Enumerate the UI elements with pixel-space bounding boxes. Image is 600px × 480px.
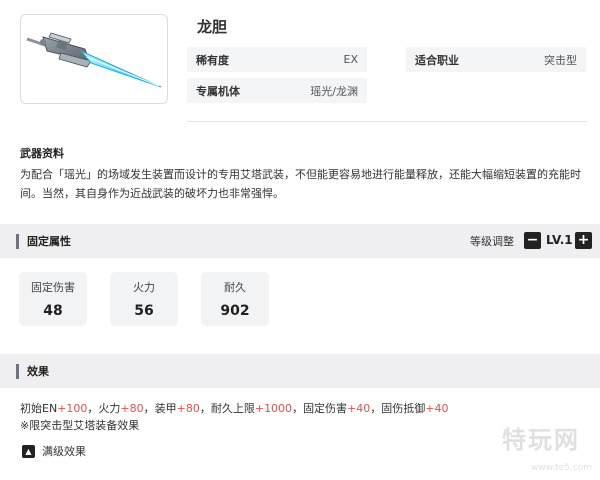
effect-list: 初始EN+100，火力+80，装甲+80，耐久上限+1000，固定伤害+40，固…	[20, 400, 449, 416]
stat-card-fixed-damage: 固定伤害 48	[19, 272, 87, 326]
rarity-value: EX	[343, 53, 359, 66]
stat-card-firepower: 火力 56	[110, 272, 178, 326]
mecha-value: 瑶光/龙渊	[310, 84, 358, 98]
rarity-label: 稀有度	[196, 53, 229, 67]
class-value: 突击型	[544, 53, 577, 67]
effect-note: ※限突击型艾塔装备效果	[20, 419, 140, 432]
stat-value: 48	[43, 303, 63, 319]
effect-header: 效果	[0, 354, 600, 388]
class-label: 适合职业	[415, 53, 459, 67]
watermark: 特玩网 www.te5.com	[500, 420, 596, 476]
watermark-url: www.te5.com	[531, 463, 592, 473]
level-adjust-label: 等级调整	[470, 235, 514, 248]
stat-name: 耐久	[224, 281, 246, 294]
level-value: LV.1	[546, 233, 573, 247]
stat-value: 56	[134, 303, 154, 319]
effect-item: 装甲+80，	[154, 402, 211, 415]
effect-item: 固定伤害+40，	[303, 402, 382, 415]
class-row: 适合职业 突击型	[406, 47, 586, 72]
material-label: 武器资料	[20, 147, 64, 160]
plus-icon[interactable]: +	[575, 232, 592, 249]
section-accent	[16, 233, 19, 249]
weapon-image	[20, 14, 168, 104]
stat-name: 火力	[133, 281, 155, 294]
fixed-attributes-title: 固定属性	[27, 235, 71, 248]
effect-item: 初始EN+100，	[20, 402, 99, 415]
max-level-effect-label: 满级效果	[42, 445, 86, 458]
watermark-logo: 特玩网	[502, 426, 580, 454]
material-description: 为配合「瑶光」的场域发生装置而设计的专用艾塔武装，不但能更容易地进行能量释放，还…	[20, 168, 581, 200]
arrow-up-icon: ▲	[22, 444, 35, 458]
divider	[187, 121, 587, 122]
lance-icon	[26, 32, 162, 88]
effect-item: 耐久上限+1000，	[210, 402, 304, 415]
weapon-title: 龙胆	[197, 18, 228, 36]
stat-value: 902	[220, 303, 250, 319]
stat-card-durability: 耐久 902	[201, 272, 269, 326]
mecha-row: 专属机体 瑶光/龙渊	[187, 78, 367, 103]
section-accent	[16, 363, 19, 379]
max-level-effect-toggle[interactable]: ▲ 满级效果	[22, 443, 86, 459]
rarity-row: 稀有度 EX	[187, 47, 367, 72]
effect-item: 火力+80，	[98, 402, 155, 415]
effect-item: 固伤抵御+40	[381, 402, 449, 415]
mecha-label: 专属机体	[196, 84, 240, 98]
minus-icon[interactable]: −	[524, 232, 541, 249]
effect-title: 效果	[27, 365, 49, 378]
stat-name: 固定伤害	[31, 281, 75, 294]
